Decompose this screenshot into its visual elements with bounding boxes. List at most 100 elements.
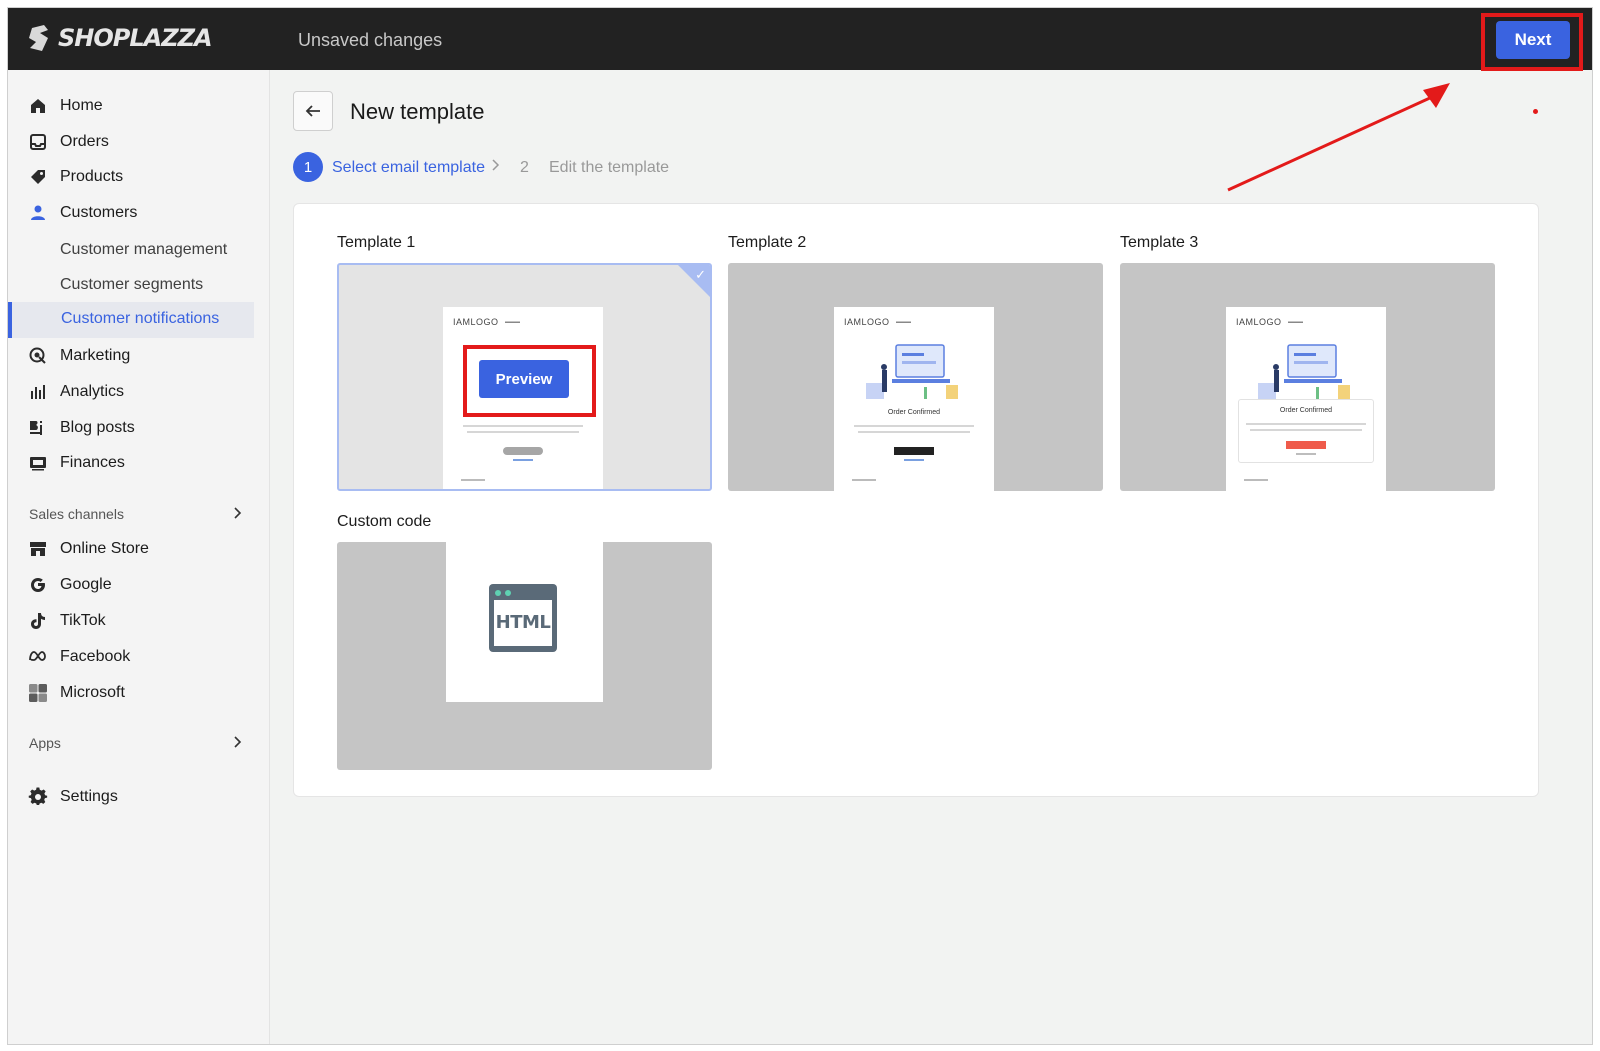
blog-icon	[30, 421, 42, 435]
sidebar-item-blog-posts[interactable]: Blog posts	[28, 413, 135, 443]
sidebar-item-orders[interactable]: Orders	[28, 127, 109, 157]
sidebar-item-label: Settings	[60, 788, 118, 805]
template-link-line	[904, 459, 924, 461]
top-bar: SHOPLAZZA Unsaved changes Next	[8, 8, 1592, 71]
template-1-thumbnail[interactable]: IAMLOGO ▬▬▬ ✓ Preview	[337, 263, 712, 491]
meta-icon	[29, 651, 46, 661]
template-footer-line	[1244, 479, 1268, 481]
sidebar-sub-label: Customer notifications	[61, 310, 220, 327]
custom-code-thumbnail[interactable]: HTML	[337, 542, 712, 770]
template-shop-text: ▬▬▬	[896, 319, 911, 325]
template-button-shape	[894, 447, 934, 455]
google-icon	[31, 578, 45, 592]
sidebar-item-marketing[interactable]: Marketing	[28, 341, 130, 371]
sidebar-item-analytics[interactable]: Analytics	[28, 377, 124, 407]
sidebar-item-settings[interactable]: Settings	[28, 782, 118, 812]
template-heading: Order Confirmed	[1279, 407, 1333, 414]
template-link-line	[513, 459, 533, 461]
sidebar-item-facebook[interactable]: Facebook	[28, 642, 130, 672]
sidebar-item-label: Google	[60, 576, 112, 593]
sidebar-item-label: Microsoft	[60, 684, 125, 701]
sidebar-item-label: Marketing	[60, 347, 131, 364]
unsaved-status: Unsaved changes	[298, 30, 443, 50]
tiktok-icon	[31, 613, 45, 629]
text-line	[1250, 429, 1362, 431]
template-2-thumbnail[interactable]: IAMLOGO ▬▬▬ Order Confirmed	[728, 263, 1103, 491]
sidebar-item-label: Home	[60, 97, 103, 114]
microsoft-icon	[29, 684, 47, 702]
chevron-right-icon[interactable]	[230, 735, 244, 749]
sidebar-item-customers[interactable]: Customers	[28, 198, 137, 228]
sidebar-item-label: Blog posts	[60, 419, 135, 436]
sidebar-item-finances[interactable]: Finances	[28, 448, 125, 478]
template-logo-text: IAMLOGO	[1236, 317, 1282, 327]
back-button[interactable]	[293, 91, 333, 131]
template-1-label: Template 1	[337, 234, 416, 251]
order-illustration-icon	[1258, 344, 1350, 399]
sidebar-item-label: Customers	[60, 204, 138, 221]
sidebar-item-google[interactable]: Google	[28, 570, 112, 600]
target-icon	[29, 347, 46, 364]
step-2-number: 2	[520, 159, 529, 176]
template-shop-text: ▬▬▬	[505, 319, 520, 325]
custom-code-paper: HTML	[446, 542, 603, 702]
template-3-label: Template 3	[1120, 234, 1199, 251]
template-link-line	[1296, 453, 1316, 455]
step-2-label: Edit the template	[549, 159, 670, 176]
sidebar-item-home[interactable]: Home	[28, 91, 103, 121]
inbox-icon	[30, 134, 46, 150]
text-line	[854, 425, 974, 427]
home-icon	[31, 99, 45, 113]
sidebar-item-microsoft[interactable]: Microsoft	[28, 678, 125, 708]
template-button-shape	[1286, 441, 1326, 449]
text-line	[463, 425, 583, 427]
step-1-number: 1	[293, 152, 323, 182]
store-icon	[30, 542, 46, 556]
annotation-arrow	[1227, 83, 1450, 192]
template-3-thumbnail[interactable]: IAMLOGO ▬▬▬ Order Confirmed	[1120, 263, 1495, 491]
sidebar-sub-customer-segments[interactable]: Customer segments	[60, 270, 203, 300]
arrow-left-icon	[305, 105, 320, 117]
template-heading: Order Confirmed	[887, 409, 941, 416]
sidebar-item-label: Finances	[60, 454, 125, 471]
bar-chart-icon	[31, 385, 45, 399]
templates-card: Template 1 IAMLOGO ▬▬▬ ✓ Preview Templat…	[293, 203, 1539, 797]
tag-icon	[31, 170, 45, 184]
brand-logo[interactable]: SHOPLAZZA	[28, 24, 213, 52]
template-logo-text: IAMLOGO	[453, 317, 499, 327]
sidebar-sub-customer-notifications[interactable]: Customer notifications	[8, 302, 254, 338]
preview-highlight-box	[463, 345, 596, 417]
next-highlight-box	[1481, 13, 1583, 71]
sidebar-sub-customer-management[interactable]: Customer management	[60, 235, 227, 265]
template-shop-text: ▬▬▬	[1288, 319, 1303, 325]
sidebar-item-label: Analytics	[60, 383, 125, 400]
app-window: SHOPLAZZA Unsaved changes Next Home Orde…	[7, 7, 1593, 1045]
order-illustration-icon	[866, 344, 958, 399]
template-preview-paper: IAMLOGO ▬▬▬ Order Confirmed	[1226, 307, 1386, 491]
text-line	[1246, 423, 1366, 425]
sidebar-item-label: Facebook	[60, 648, 131, 665]
annotation-dot	[1533, 109, 1538, 114]
sidebar: Home Orders Products Customers Customer …	[8, 70, 270, 1044]
page-title: New template	[350, 99, 485, 124]
step-1-label[interactable]: Select email template	[332, 159, 485, 177]
sidebar-item-tiktok[interactable]: TikTok	[28, 606, 106, 636]
template-logo-text: IAMLOGO	[844, 317, 890, 327]
custom-code-label: Custom code	[337, 513, 432, 530]
sidebar-item-label: Online Store	[60, 540, 149, 557]
check-icon: ✓	[695, 267, 706, 282]
shoplazza-logo-icon	[29, 25, 48, 51]
chevron-right-icon[interactable]	[230, 506, 244, 520]
wallet-icon	[30, 457, 46, 471]
window-dot	[505, 590, 511, 596]
template-2-label: Template 2	[728, 234, 807, 251]
sidebar-item-label: TikTok	[60, 612, 106, 629]
html-icon-text: HTML	[495, 612, 551, 633]
text-line	[467, 431, 579, 433]
sidebar-item-products[interactable]: Products	[28, 162, 123, 192]
html-code-icon: HTML	[489, 584, 557, 652]
text-line	[858, 431, 970, 433]
sales-channels-label: Sales channels	[29, 506, 124, 522]
sidebar-item-online-store[interactable]: Online Store	[28, 534, 149, 564]
gear-icon	[28, 787, 48, 805]
